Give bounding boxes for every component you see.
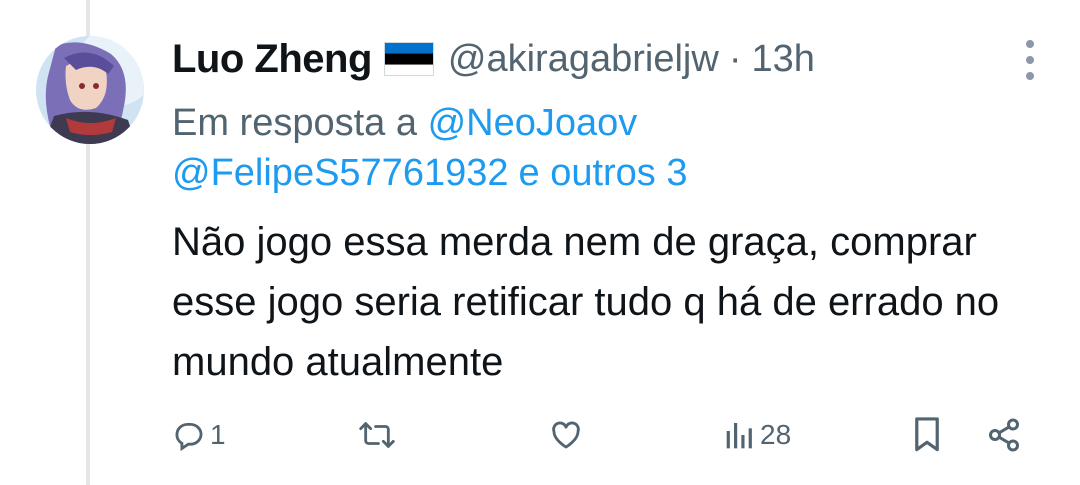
tweet-text: Não jogo essa merda nem de graça, compra…	[172, 220, 1000, 384]
avatar[interactable]	[36, 36, 144, 144]
share-icon	[986, 417, 1022, 453]
more-dot	[1026, 40, 1034, 48]
mention-link[interactable]: @NeoJoaov	[428, 102, 638, 144]
like-button[interactable]	[548, 410, 588, 460]
action-bar: 1 28	[172, 410, 1042, 460]
separator-dot: ·	[728, 37, 742, 80]
retweet-button[interactable]	[358, 410, 400, 460]
estonia-flag-icon	[383, 42, 434, 76]
reply-context-secondary: @FelipeS57761932 e outros 3	[172, 152, 688, 195]
more-dot	[1026, 72, 1034, 80]
more-dot	[1026, 56, 1034, 64]
timestamp[interactable]: 13h	[751, 38, 814, 81]
reply-prefix: Em resposta a	[172, 102, 417, 144]
share-button[interactable]	[986, 410, 1022, 460]
author-handle[interactable]: @akiragabrieljw	[448, 38, 719, 81]
tweet-header: Luo Zheng @akiragabrieljw · 13h	[172, 34, 815, 84]
view-count: 28	[760, 419, 792, 450]
views-chart-icon	[724, 419, 756, 451]
bookmark-icon	[912, 416, 942, 454]
others-link[interactable]: e outros 3	[519, 152, 688, 194]
reply-count: 1	[210, 419, 226, 450]
views-button[interactable]: 28	[724, 410, 791, 460]
reply-context: Em resposta a @NeoJoaov	[172, 92, 637, 154]
bookmark-button[interactable]	[912, 410, 942, 460]
heart-icon	[548, 418, 584, 452]
reply-icon	[172, 418, 206, 452]
more-options-icon[interactable]	[1020, 40, 1040, 80]
mention-link[interactable]: @FelipeS57761932	[172, 152, 509, 194]
retweet-icon	[358, 418, 396, 452]
author-name[interactable]: Luo Zheng	[172, 37, 372, 82]
reply-button[interactable]: 1	[172, 410, 226, 460]
